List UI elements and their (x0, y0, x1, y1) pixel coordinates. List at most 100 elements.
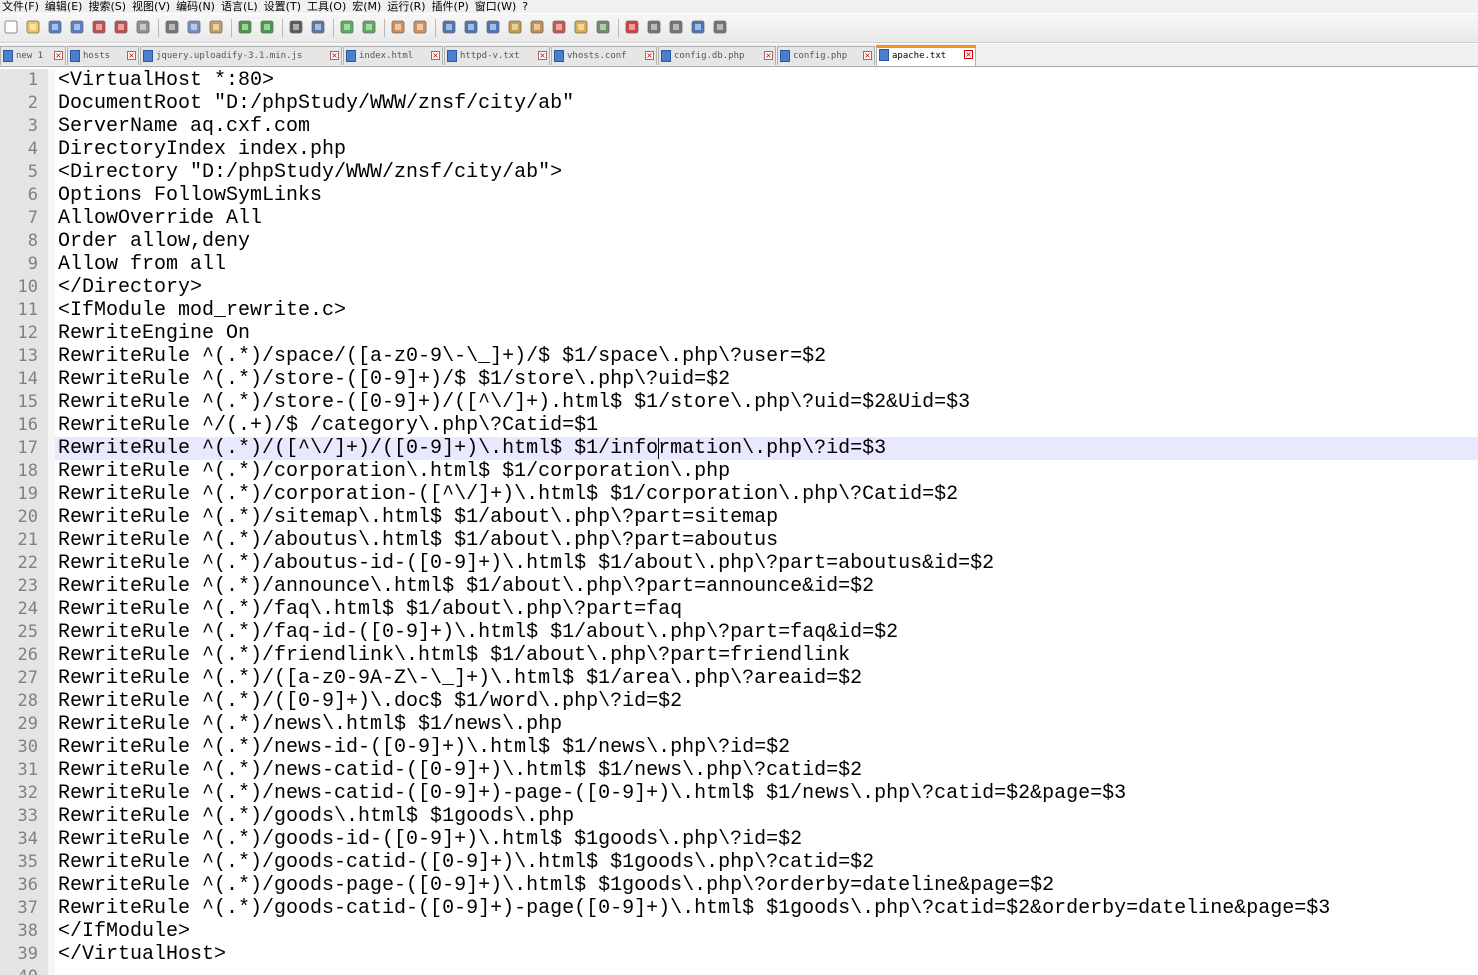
code-line[interactable]: RewriteRule ^(.*)/corporation\.html$ $1/… (58, 460, 1478, 483)
save-all-icon[interactable] (69, 19, 85, 35)
code-line[interactable]: <Directory "D:/phpStudy/WWW/znsf/city/ab… (58, 161, 1478, 184)
stop-macro-icon[interactable] (646, 19, 662, 35)
new-file-icon[interactable] (3, 19, 19, 35)
code-line[interactable]: RewriteRule ^(.*)/goods\.html$ $1goods\.… (58, 805, 1478, 828)
code-line[interactable]: RewriteRule ^(.*)/goods-catid-([0-9]+)\.… (58, 851, 1478, 874)
code-line[interactable]: RewriteRule ^(.*)/announce\.html$ $1/abo… (58, 575, 1478, 598)
code-line[interactable]: RewriteRule ^(.*)/([a-z0-9A-Z\-\_]+)\.ht… (58, 667, 1478, 690)
print-icon[interactable] (135, 19, 151, 35)
code-line[interactable]: <VirtualHost *:80> (58, 69, 1478, 92)
code-line[interactable]: </VirtualHost> (58, 943, 1478, 966)
close-tab-icon[interactable]: × (764, 51, 773, 60)
close-tab-icon[interactable]: × (538, 51, 547, 60)
menu-item-3[interactable]: 视图(V) (130, 0, 174, 13)
tab-vhosts-conf[interactable]: vhosts.conf × (551, 46, 657, 65)
language-icon[interactable] (507, 19, 523, 35)
replace-icon[interactable] (310, 19, 326, 35)
monitor-icon[interactable] (595, 19, 611, 35)
code-line[interactable]: RewriteRule ^(.*)/aboutus\.html$ $1/abou… (58, 529, 1478, 552)
menu-item-7[interactable]: 工具(O) (305, 0, 350, 13)
tab-hosts[interactable]: hosts × (67, 46, 139, 65)
find-icon[interactable] (288, 19, 304, 35)
redo-icon[interactable] (259, 19, 275, 35)
code-line[interactable]: DocumentRoot "D:/phpStudy/WWW/znsf/city/… (58, 92, 1478, 115)
code-line[interactable]: DirectoryIndex index.php (58, 138, 1478, 161)
close-file-icon[interactable] (91, 19, 107, 35)
code-line[interactable]: RewriteRule ^(.*)/faq-id-([0-9]+)\.html$… (58, 621, 1478, 644)
copy-icon[interactable] (186, 19, 202, 35)
run-macro-multiple-icon[interactable] (690, 19, 706, 35)
code-line[interactable]: RewriteRule ^(.*)/aboutus-id-([0-9]+)\.h… (58, 552, 1478, 575)
close-tab-icon[interactable]: × (645, 51, 654, 60)
zoom-in-icon[interactable] (339, 19, 355, 35)
tab-httpd-v-txt[interactable]: httpd-v.txt × (444, 46, 550, 65)
code-line[interactable]: RewriteRule ^(.*)/news-id-([0-9]+)\.html… (58, 736, 1478, 759)
menu-item-2[interactable]: 搜索(S) (86, 0, 130, 13)
save-macro-icon[interactable] (712, 19, 728, 35)
code-line[interactable]: AllowOverride All (58, 207, 1478, 230)
menu-item-5[interactable]: 语言(L) (219, 0, 262, 13)
tab-config-php[interactable]: config.php × (777, 46, 875, 65)
sync-vertical-icon[interactable] (390, 19, 406, 35)
record-macro-icon[interactable] (624, 19, 640, 35)
code-line[interactable]: RewriteRule ^(.*)/goods-catid-([0-9]+)-p… (58, 897, 1478, 920)
code-line[interactable]: Options FollowSymLinks (58, 184, 1478, 207)
tab-config-db-php[interactable]: config.db.php × (658, 46, 776, 65)
code-line[interactable]: RewriteRule ^(.*)/news\.html$ $1/news\.p… (58, 713, 1478, 736)
code-line[interactable]: RewriteRule ^(.*)/friendlink\.html$ $1/a… (58, 644, 1478, 667)
code-line[interactable]: RewriteRule ^(.*)/goods-page-([0-9]+)\.h… (58, 874, 1478, 897)
code-line[interactable]: RewriteEngine On (58, 322, 1478, 345)
code-line[interactable]: RewriteRule ^(.*)/news-catid-([0-9]+)\.h… (58, 759, 1478, 782)
code-line[interactable]: RewriteRule ^(.*)/([^\/]+)/([0-9]+)\.htm… (58, 437, 1478, 460)
code-line[interactable]: RewriteRule ^(.*)/store-([0-9]+)/$ $1/st… (58, 368, 1478, 391)
indent-guide-icon[interactable] (485, 19, 501, 35)
close-all-icon[interactable] (113, 19, 129, 35)
undo-icon[interactable] (237, 19, 253, 35)
code-line[interactable]: RewriteRule ^(.*)/store-([0-9]+)/([^\/]+… (58, 391, 1478, 414)
code-line[interactable]: RewriteRule ^(.*)/faq\.html$ $1/about\.p… (58, 598, 1478, 621)
function-list-icon[interactable] (551, 19, 567, 35)
close-tab-icon[interactable]: × (431, 51, 440, 60)
word-wrap-icon[interactable] (441, 19, 457, 35)
tab-index-html[interactable]: index.html × (343, 46, 443, 65)
menu-item-11[interactable]: 窗口(W) (473, 0, 520, 13)
open-file-icon[interactable] (25, 19, 41, 35)
code-line[interactable]: RewriteRule ^(.*)/news-catid-([0-9]+)-pa… (58, 782, 1478, 805)
save-icon[interactable] (47, 19, 63, 35)
menu-item-6[interactable]: 设置(T) (262, 0, 305, 13)
paste-icon[interactable] (208, 19, 224, 35)
folder-workspace-icon[interactable] (573, 19, 589, 35)
menu-item-8[interactable]: 宏(M) (350, 0, 385, 13)
code-line[interactable]: </Directory> (58, 276, 1478, 299)
close-tab-icon[interactable]: × (964, 50, 973, 59)
menu-item-10[interactable]: 插件(P) (430, 0, 473, 13)
close-tab-icon[interactable]: × (330, 51, 339, 60)
tab-jquery-uploadify-3-1-min-js[interactable]: jquery.uploadify-3.1.min.js × (140, 46, 342, 65)
play-macro-icon[interactable] (668, 19, 684, 35)
menu-item-1[interactable]: 编辑(E) (43, 0, 87, 13)
close-tab-icon[interactable]: × (863, 51, 872, 60)
document-map-icon[interactable] (529, 19, 545, 35)
code-line[interactable]: <IfModule mod_rewrite.c> (58, 299, 1478, 322)
close-tab-icon[interactable]: × (127, 51, 136, 60)
code-line[interactable]: RewriteRule ^(.*)/sitemap\.html$ $1/abou… (58, 506, 1478, 529)
menu-item-9[interactable]: 运行(R) (385, 0, 429, 13)
code-line[interactable]: RewriteRule ^(.*)/space/([a-z0-9\-\_]+)/… (58, 345, 1478, 368)
code-line[interactable]: Allow from all (58, 253, 1478, 276)
code-line[interactable]: RewriteRule ^(.*)/goods-id-([0-9]+)\.htm… (58, 828, 1478, 851)
code-line[interactable]: </IfModule> (58, 920, 1478, 943)
zoom-out-icon[interactable] (361, 19, 377, 35)
close-tab-icon[interactable]: × (54, 51, 63, 60)
code-line[interactable]: Order allow,deny (58, 230, 1478, 253)
tab-new-1[interactable]: new 1 × (0, 46, 66, 65)
menu-item-0[interactable]: 文件(F) (0, 0, 43, 13)
code-editor[interactable]: 1 2 3 4 5 6 7 8 9 10 11 12 13 14 15 16 17 18 19 20 21 22 23 24 2… (0, 69, 1478, 975)
sync-horizontal-icon[interactable] (412, 19, 428, 35)
code-line[interactable]: RewriteRule ^/(.+)/$ /category\.php\?Cat… (58, 414, 1478, 437)
code-line[interactable] (58, 966, 1478, 975)
code-line[interactable]: RewriteRule ^(.*)/corporation-([^\/]+)\.… (58, 483, 1478, 506)
code-line[interactable]: ServerName aq.cxf.com (58, 115, 1478, 138)
menu-item-12[interactable]: ? (520, 0, 532, 13)
cut-icon[interactable] (164, 19, 180, 35)
code-line[interactable]: RewriteRule ^(.*)/([0-9]+)\.doc$ $1/word… (58, 690, 1478, 713)
